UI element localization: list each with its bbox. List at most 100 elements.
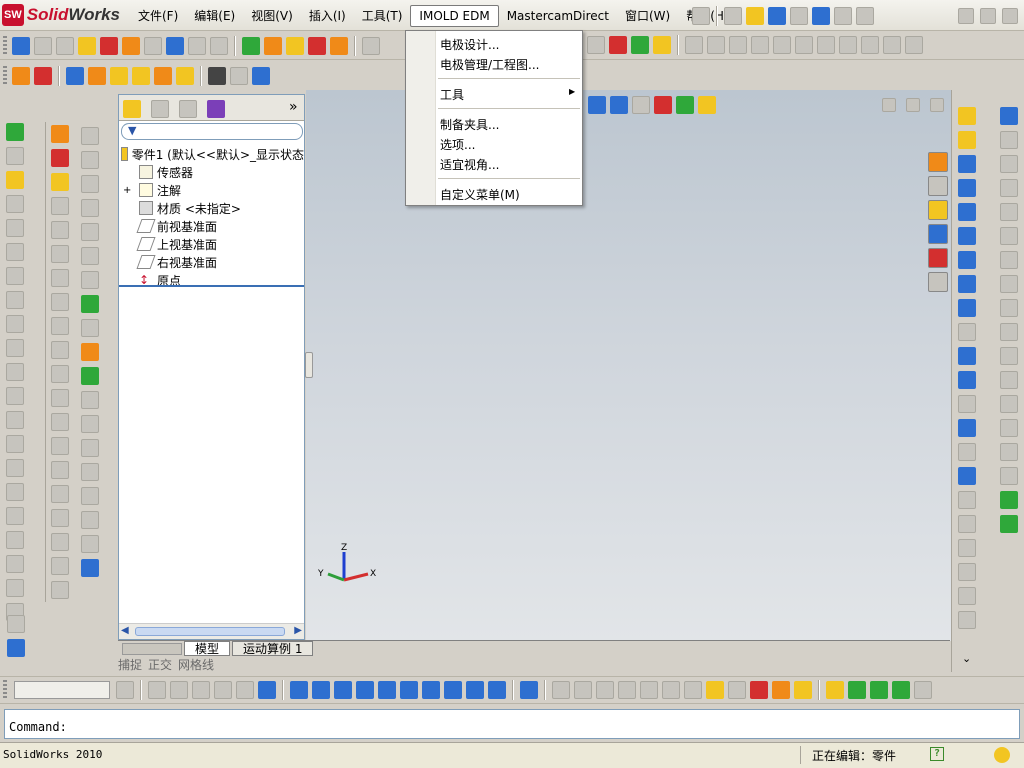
datum-icon[interactable] (1000, 371, 1018, 389)
design-library-icon[interactable] (928, 176, 948, 196)
axis-tool-icon[interactable] (132, 67, 150, 85)
weld-bead-icon[interactable] (81, 511, 99, 529)
align-top-icon[interactable] (596, 681, 614, 699)
configuration-tab-icon[interactable] (179, 100, 197, 118)
rollback-bar[interactable] (119, 285, 304, 287)
find-icon[interactable] (34, 36, 52, 55)
view-settings-icon[interactable] (698, 96, 716, 114)
revolve-icon[interactable] (6, 147, 24, 165)
helix-spring-icon[interactable] (1000, 515, 1018, 533)
render-icon[interactable] (330, 36, 348, 55)
mode-snap[interactable]: 捕捉 (118, 656, 142, 672)
mirror-entities-icon[interactable] (958, 515, 976, 533)
apply-scene-icon[interactable] (676, 96, 694, 114)
macro-icon[interactable] (242, 36, 260, 55)
view-orient-icon[interactable] (587, 36, 605, 54)
curve-icon[interactable] (50, 173, 69, 191)
parting-line-icon[interactable] (81, 151, 99, 169)
measure-icon[interactable] (100, 36, 118, 55)
line-icon[interactable] (958, 155, 976, 173)
point-tool-icon[interactable] (154, 67, 172, 85)
extend-surface-icon[interactable] (50, 413, 69, 431)
group-icon[interactable] (772, 681, 790, 699)
snap-settings-icon[interactable] (914, 681, 932, 699)
align-vertical-icon[interactable] (662, 681, 680, 699)
intersect-icon[interactable] (6, 507, 24, 525)
color-display-icon[interactable] (236, 681, 254, 699)
ok-icon[interactable] (286, 36, 304, 55)
boundary-icon[interactable] (6, 219, 24, 237)
sketch-arc-icon[interactable] (958, 323, 976, 341)
sheet-metal-icon[interactable] (1000, 467, 1018, 485)
panel-collapse-handle[interactable] (305, 352, 313, 378)
menu-insert[interactable]: 插入(I) (301, 5, 354, 27)
color-sphere-icon[interactable] (609, 36, 627, 54)
menu-item-electrode-manage[interactable]: 电极管理/工程图... (440, 56, 540, 73)
combine-icon[interactable] (6, 483, 24, 501)
view-cube-icon[interactable] (610, 96, 628, 114)
line-color-icon[interactable] (148, 681, 166, 699)
ellipse-icon[interactable] (958, 299, 976, 317)
menu-file[interactable]: 文件(F) (130, 5, 186, 27)
relation-icon[interactable] (729, 36, 747, 54)
gear-icon[interactable] (264, 36, 282, 55)
curve-through-icon[interactable] (1000, 227, 1018, 245)
drawing-icon[interactable] (230, 67, 248, 85)
trim-extend-icon[interactable] (81, 439, 99, 457)
menu-edit[interactable]: 编辑(E) (186, 5, 243, 27)
tree-item-sensors[interactable]: 传感器 (119, 163, 304, 181)
ruler-small-icon[interactable] (7, 639, 25, 657)
origin-snap-icon[interactable] (870, 681, 888, 699)
end-cap-icon[interactable] (81, 463, 99, 481)
custom-properties-icon[interactable] (928, 272, 948, 292)
offset-icon[interactable] (817, 36, 835, 54)
undercut-icon[interactable] (81, 271, 99, 289)
home-icon[interactable] (928, 152, 948, 172)
thicken-icon[interactable] (50, 245, 69, 263)
replace-face-icon[interactable] (50, 461, 69, 479)
move-body-icon[interactable] (6, 531, 24, 549)
rebuild-icon[interactable] (34, 67, 52, 85)
tree-item-annotations[interactable]: + 注解 (119, 181, 304, 199)
routing-icon[interactable] (1000, 491, 1018, 509)
snap-icon[interactable] (826, 681, 844, 699)
notification-icon[interactable] (994, 747, 1010, 763)
structural-icon[interactable] (81, 415, 99, 433)
close-icon[interactable] (1002, 8, 1018, 24)
annotation-style-icon[interactable] (706, 681, 724, 699)
sketch-icon[interactable] (66, 67, 84, 85)
rectangle-icon[interactable] (958, 179, 976, 197)
sweep-icon[interactable] (6, 171, 24, 189)
hide-show-icon[interactable] (632, 96, 650, 114)
wrap-icon[interactable] (6, 387, 24, 405)
restore-icon[interactable] (980, 8, 996, 24)
scroll-right-icon[interactable]: ▶ (294, 625, 302, 636)
appearances-icon[interactable] (928, 248, 948, 268)
menu-item-fixture[interactable]: 制备夹具... (440, 116, 499, 133)
top-view-icon[interactable] (400, 681, 418, 699)
table-icon[interactable] (210, 36, 228, 55)
doc-close-icon[interactable] (930, 98, 944, 112)
menu-view[interactable]: 视图(V) (243, 5, 301, 27)
align-right-icon[interactable] (574, 681, 592, 699)
loft-icon[interactable] (6, 195, 24, 213)
menu-item-suitable-view[interactable]: 适宜视角... (440, 156, 499, 173)
display-relations-icon[interactable] (958, 587, 976, 605)
doc-minimize-icon[interactable] (882, 98, 896, 112)
dimxpert-tab-icon[interactable] (207, 100, 225, 118)
knit-icon[interactable] (50, 269, 69, 287)
scroll-left-icon[interactable]: ◀ (121, 625, 129, 636)
core-icon[interactable] (81, 247, 99, 265)
grid-dots-icon[interactable] (7, 615, 25, 633)
command-line[interactable]: Command: (4, 709, 1020, 739)
menu-mastercam[interactable]: MastercamDirect (499, 5, 617, 27)
tree-item-right-plane[interactable]: 右视基准面 (119, 253, 304, 271)
dimetric-view-icon[interactable] (488, 681, 506, 699)
dimension-auto-icon[interactable] (751, 36, 769, 54)
electrode-icon[interactable] (81, 295, 99, 313)
toolbar-overflow-icon[interactable]: ⌄ (962, 652, 971, 665)
hole-wizard-icon[interactable] (50, 125, 69, 143)
cut-list-icon[interactable] (81, 535, 99, 553)
menu-item-options[interactable]: 选项... (440, 136, 475, 153)
repair-sketch-icon[interactable] (958, 611, 976, 629)
